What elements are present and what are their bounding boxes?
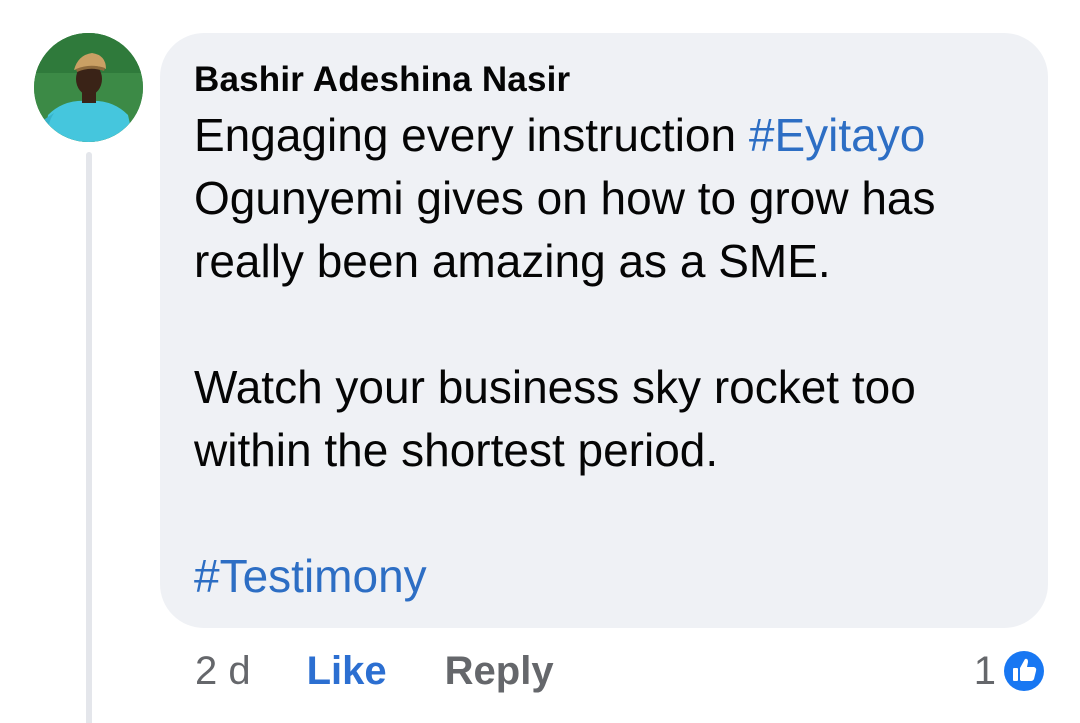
hashtag-link[interactable]: #Eyitayo	[749, 109, 925, 161]
comment-paragraph: Watch your business sky rocket too withi…	[194, 356, 1014, 482]
comment-bubble: Bashir Adeshina Nasir Engaging every ins…	[160, 33, 1048, 628]
comment-paragraph: Engaging every instruction #Eyitayo Ogun…	[194, 104, 1014, 293]
thread-line	[86, 152, 92, 723]
thumbs-up-icon	[1000, 647, 1048, 695]
comment-text: Watch your business sky rocket too withi…	[194, 361, 916, 476]
comment-author[interactable]: Bashir Adeshina Nasir	[194, 59, 1014, 101]
like-button[interactable]: Like	[307, 649, 387, 694]
comment-body: Engaging every instruction #Eyitayo Ogun…	[194, 104, 1014, 608]
hashtag-link[interactable]: #Testimony	[194, 550, 427, 602]
reply-button[interactable]: Reply	[445, 649, 554, 694]
comment-timestamp[interactable]: 2 d	[195, 649, 251, 694]
avatar[interactable]	[34, 33, 143, 142]
comment-paragraph: #Testimony	[194, 545, 1014, 608]
reaction-summary[interactable]: 1	[974, 646, 1048, 696]
comment-text: Engaging every instruction	[194, 109, 749, 161]
reaction-count: 1	[973, 648, 996, 693]
comment-text: Ogunyemi gives on how to grow has really…	[194, 172, 936, 287]
comment-screen: Bashir Adeshina Nasir Engaging every ins…	[0, 0, 1080, 723]
comment-actions: 2 d Like Reply	[195, 646, 554, 696]
